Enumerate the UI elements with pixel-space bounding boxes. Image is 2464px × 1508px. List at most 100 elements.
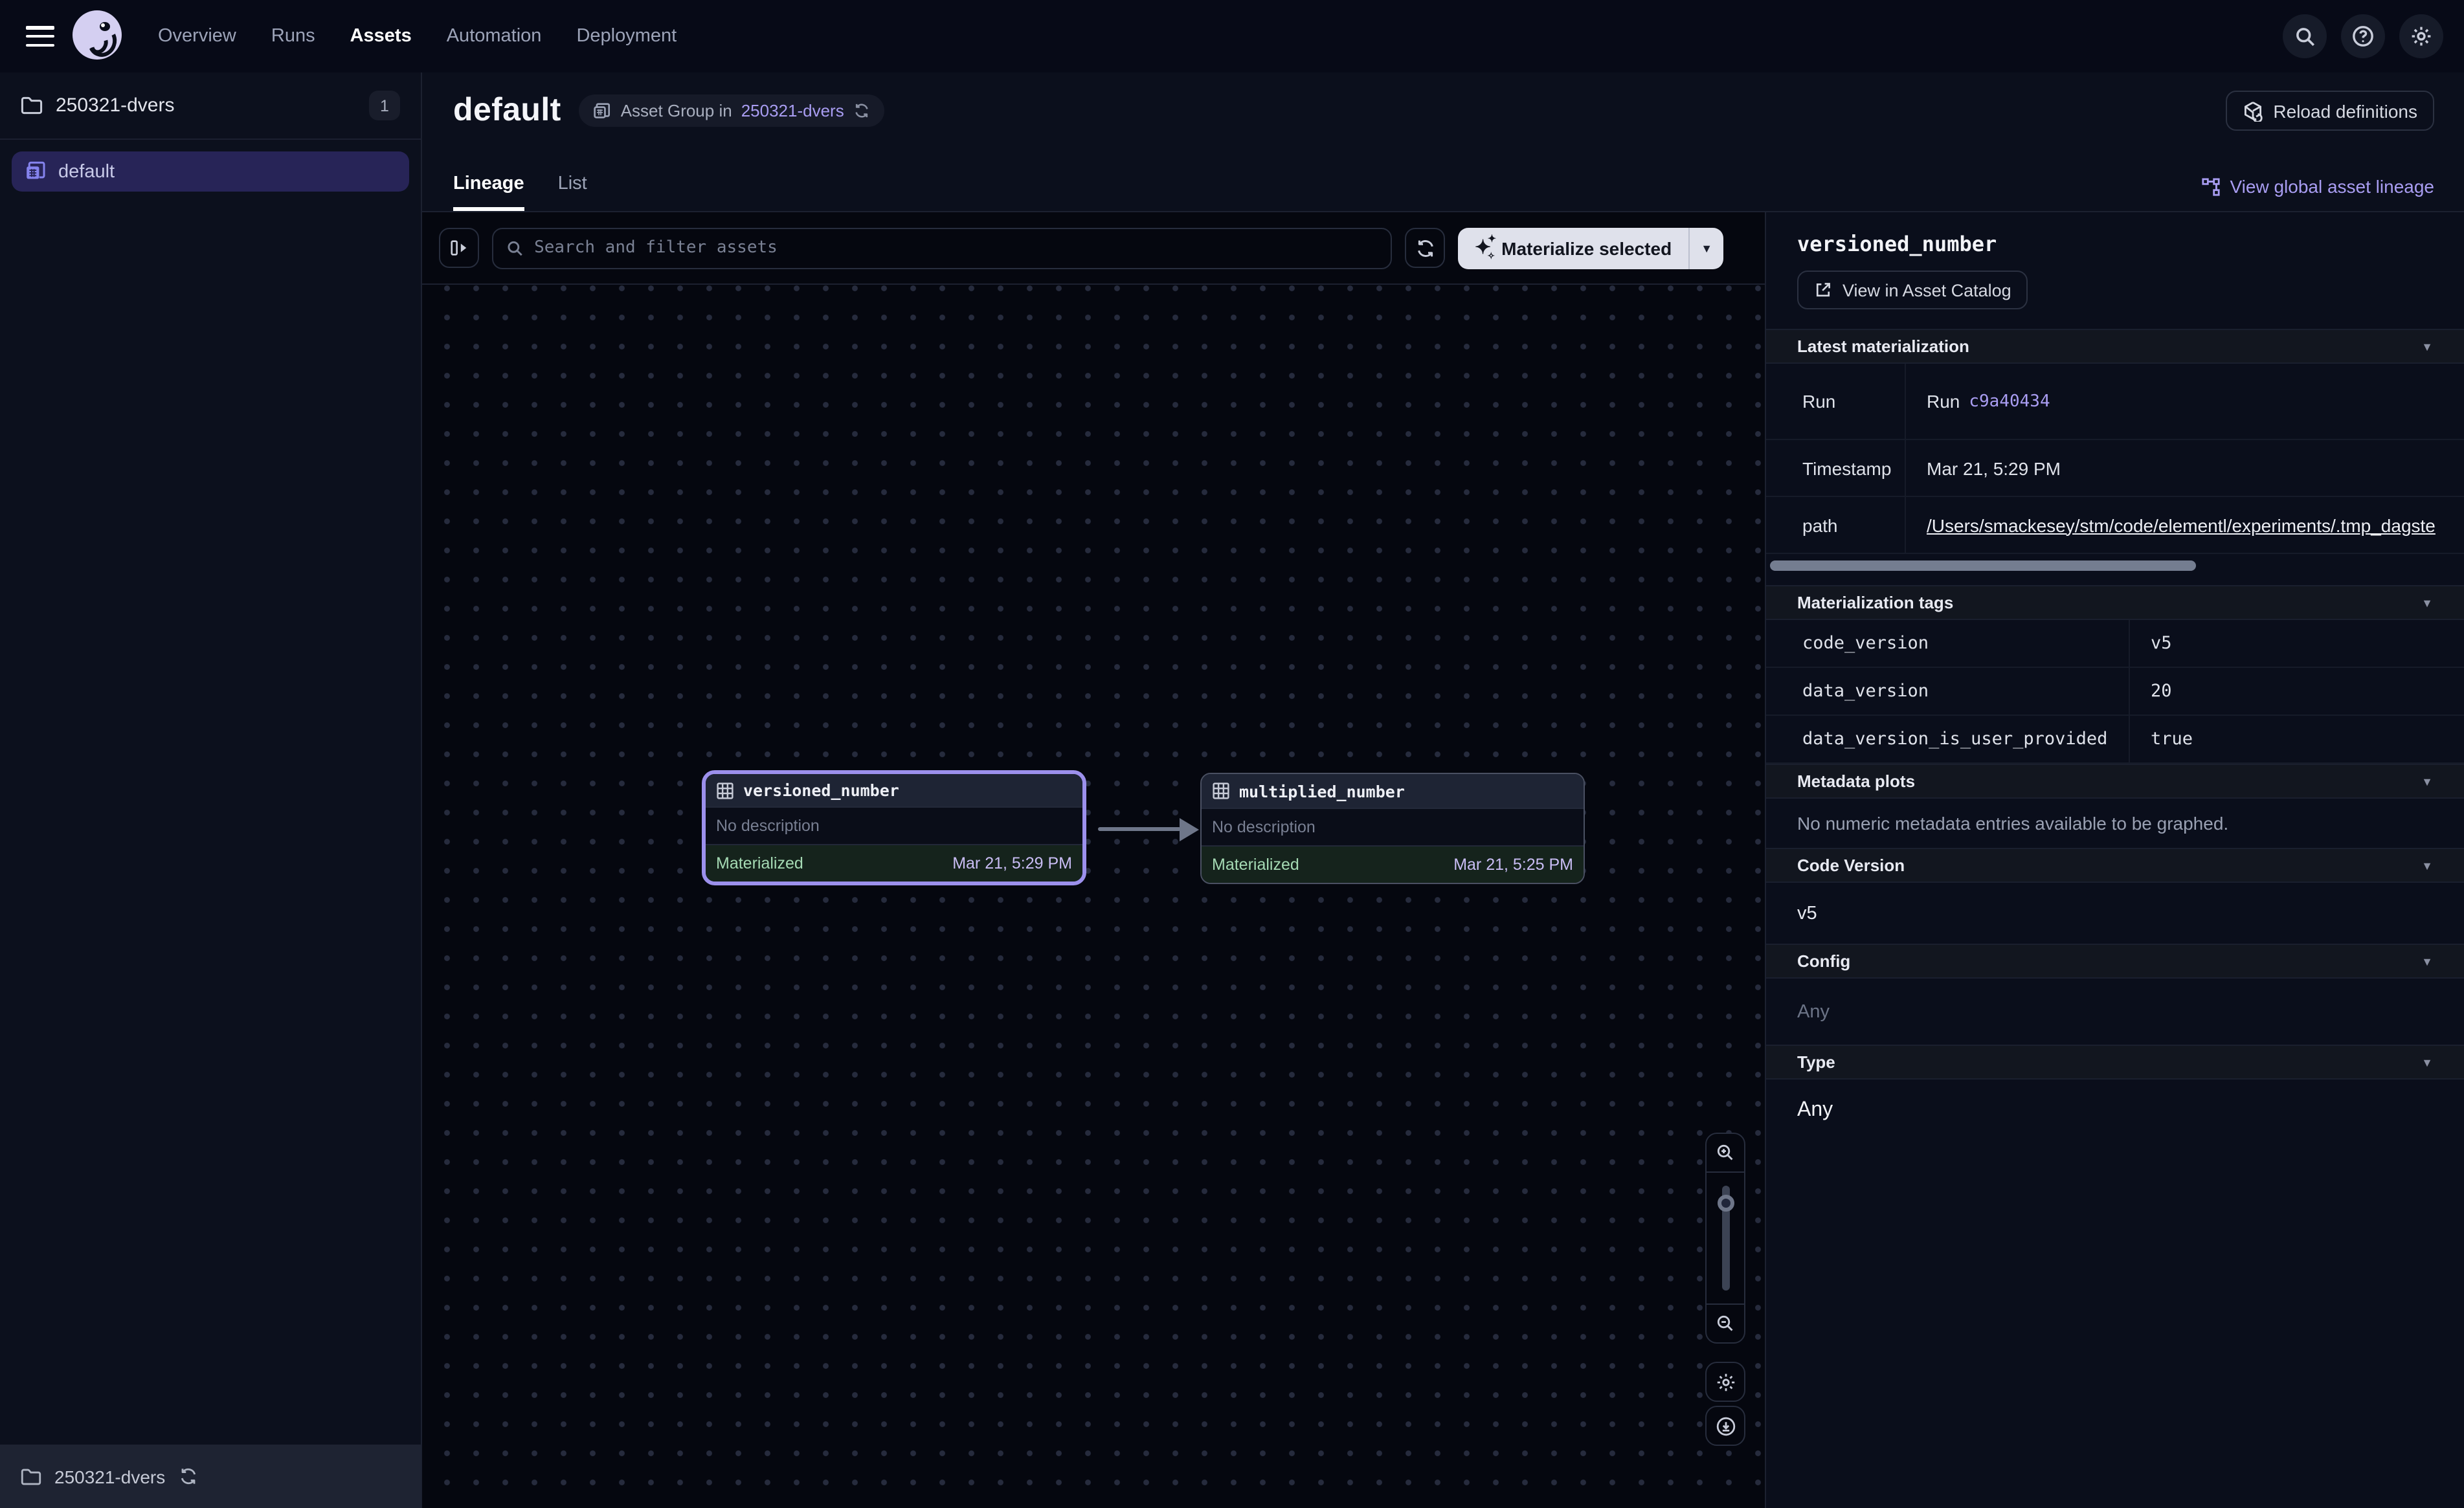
asset-node-status: Materialized <box>1212 856 1299 874</box>
zoom-out-button[interactable] <box>1707 1305 1744 1342</box>
reload-definitions-label: Reload definitions <box>2273 100 2417 121</box>
graph-toolbar: ✦✦✧ Materialize selected ▼ <box>422 212 1765 285</box>
badge-group-link[interactable]: 250321-dvers <box>741 101 844 120</box>
table-icon <box>1212 782 1230 800</box>
sync-icon[interactable] <box>178 1467 197 1486</box>
nav-item-runs[interactable]: Runs <box>271 26 315 47</box>
graph-settings-button[interactable] <box>1705 1362 1745 1402</box>
materialize-dropdown-button[interactable]: ▼ <box>1688 227 1723 269</box>
section-metadata-plots[interactable]: Metadata plots ▼ <box>1766 764 2464 799</box>
chevron-down-icon: ▼ <box>2421 955 2433 968</box>
sidebar-group-label: 250321-dvers <box>56 94 174 116</box>
search-input[interactable] <box>534 238 1378 258</box>
asset-search-box[interactable] <box>492 227 1392 269</box>
nav-item-deployment[interactable]: Deployment <box>576 26 677 47</box>
settings-gear-icon[interactable] <box>2399 14 2443 58</box>
chevron-down-icon: ▼ <box>2421 775 2433 788</box>
section-type[interactable]: Type ▼ <box>1766 1045 2464 1080</box>
sidebar-item-label: default <box>58 161 115 182</box>
asset-group-icon <box>25 161 47 183</box>
latest-materialization-table: Run Run c9a40434 Timestamp Mar 21, 5:29 … <box>1766 364 2464 554</box>
panel-asset-title: versioned_number <box>1797 232 2433 256</box>
lineage-graph-icon <box>2202 177 2221 196</box>
asset-node-multiplied-number[interactable]: multiplied_number No description Materia… <box>1200 773 1585 884</box>
asset-node-header: multiplied_number <box>1202 774 1584 808</box>
materialize-selected-label: Materialize selected <box>1501 238 1672 258</box>
asset-detail-panel: versioned_number View in Asset Catalog L… <box>1765 212 2464 1508</box>
view-in-asset-catalog-button[interactable]: View in Asset Catalog <box>1797 271 2028 309</box>
chevron-down-icon: ▼ <box>2421 340 2433 353</box>
dagster-app: Overview Runs Assets Automation Deployme… <box>0 0 2464 1508</box>
asset-node-versioned-number[interactable]: versioned_number No description Material… <box>702 770 1086 885</box>
asset-group-badge[interactable]: Asset Group in 250321-dvers <box>579 94 884 127</box>
section-latest-materialization[interactable]: Latest materialization ▼ <box>1766 329 2464 364</box>
reload-definitions-button[interactable]: Reload definitions <box>2225 91 2434 131</box>
section-config[interactable]: Config ▼ <box>1766 944 2464 979</box>
open-panel-toggle-button[interactable] <box>439 228 479 268</box>
row-value: /Users/smackesey/stm/code/elementl/exper… <box>1906 497 2464 553</box>
run-id-link[interactable]: c9a40434 <box>1969 392 2050 411</box>
refresh-graph-button[interactable] <box>1405 228 1445 268</box>
section-title: Code Version <box>1797 856 1905 875</box>
nav-item-overview[interactable]: Overview <box>158 26 236 47</box>
zoom-controls <box>1705 1133 1745 1344</box>
view-tabs: Lineage List <box>453 173 587 211</box>
tab-lineage[interactable]: Lineage <box>453 173 524 211</box>
sidebar-item-default[interactable]: default <box>12 151 409 192</box>
zoom-slider-thumb[interactable] <box>1717 1195 1734 1212</box>
materialize-selected-button[interactable]: ✦✦✧ Materialize selected <box>1458 227 1688 269</box>
search-icon <box>506 239 524 257</box>
scrollbar-thumb[interactable] <box>1770 560 2196 571</box>
horizontal-scrollbar[interactable] <box>1766 560 2464 572</box>
sidebar-group-row[interactable]: 250321-dvers 1 <box>0 72 421 140</box>
section-code-version[interactable]: Code Version ▼ <box>1766 848 2464 883</box>
row-value: Run c9a40434 <box>1906 364 2464 439</box>
reload-cube-icon <box>2242 100 2263 121</box>
row-key: code_version <box>1766 620 2130 667</box>
view-global-asset-lineage-link[interactable]: View global asset lineage <box>2202 176 2435 197</box>
code-version-value: v5 <box>1797 903 1817 924</box>
tab-list[interactable]: List <box>558 173 587 211</box>
sidebar-group-count-badge: 1 <box>369 91 400 120</box>
metadata-plots-empty-message: No numeric metadata entries available to… <box>1766 799 2464 848</box>
nav-item-assets[interactable]: Assets <box>350 26 412 47</box>
chevron-down-icon: ▼ <box>2421 596 2433 609</box>
view-in-asset-catalog-label: View in Asset Catalog <box>1842 280 2011 300</box>
config-value: Any <box>1797 1001 1830 1022</box>
table-row: data_version 20 <box>1766 668 2464 716</box>
zoom-in-button[interactable] <box>1707 1134 1744 1171</box>
external-link-icon <box>1814 281 1832 299</box>
page-header: default Asset Group in 250321-dvers Relo… <box>422 72 2464 212</box>
section-materialization-tags[interactable]: Materialization tags ▼ <box>1766 585 2464 620</box>
sync-icon[interactable] <box>853 102 870 119</box>
asset-node-name: multiplied_number <box>1239 781 1405 801</box>
asset-node-description: No description <box>716 817 820 835</box>
hamburger-menu-icon[interactable] <box>26 26 54 47</box>
lineage-graph-area: ✦✦✧ Materialize selected ▼ versioned_num… <box>422 212 1765 1508</box>
download-image-button[interactable] <box>1705 1406 1745 1446</box>
asset-node-header: versioned_number <box>706 774 1082 806</box>
sidebar-footer: 250321-dvers <box>0 1445 421 1508</box>
table-row: Run Run c9a40434 <box>1766 364 2464 440</box>
asset-node-timestamp: Mar 21, 5:29 PM <box>952 854 1072 872</box>
table-row: code_version v5 <box>1766 620 2464 668</box>
lineage-canvas[interactable]: versioned_number No description Material… <box>422 285 1765 1508</box>
global-lineage-label: View global asset lineage <box>2230 176 2435 197</box>
sparkles-icon: ✦✦✧ <box>1475 238 1491 258</box>
nav-item-automation[interactable]: Automation <box>447 26 542 47</box>
asset-node-name: versioned_number <box>743 781 899 800</box>
chevron-down-icon: ▼ <box>2421 1056 2433 1069</box>
row-value: 20 <box>2130 668 2464 715</box>
section-title: Materialization tags <box>1797 593 1953 612</box>
path-link[interactable]: /Users/smackesey/stm/code/elementl/exper… <box>1927 515 2436 535</box>
zoom-slider[interactable] <box>1707 1171 1744 1305</box>
badge-prefix: Asset Group in <box>621 101 732 120</box>
help-icon[interactable] <box>2341 14 2385 58</box>
lineage-edge-arrowhead <box>1180 817 1199 841</box>
table-icon <box>716 781 734 799</box>
search-icon[interactable] <box>2283 14 2327 58</box>
run-prefix: Run <box>1927 391 1960 412</box>
dagster-logo-icon[interactable] <box>73 10 124 62</box>
nav-actions <box>2283 14 2443 58</box>
chevron-down-icon: ▼ <box>2421 859 2433 872</box>
